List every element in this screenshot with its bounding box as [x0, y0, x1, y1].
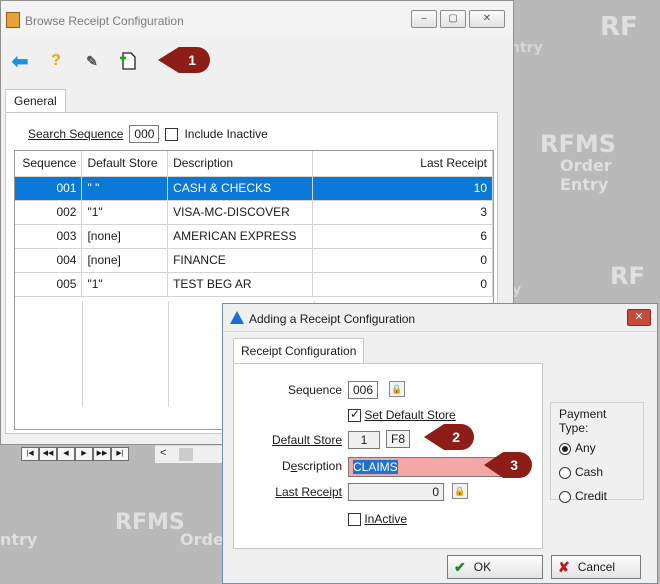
cell-description: CASH & CHECKS [167, 176, 314, 201]
dialog-title: Adding a Receipt Configuration [249, 312, 416, 326]
search-sequence-label: Search Sequence [28, 127, 124, 141]
inactive-label: InActive [364, 512, 408, 526]
dialog-titlebar: Adding a Receipt Configuration ✕ [223, 304, 657, 332]
next-record-button[interactable]: ▶ [75, 447, 93, 461]
last-record-button[interactable]: ▶| [111, 447, 129, 461]
x-cancel-icon: ✘ [558, 558, 570, 575]
cell-sequence: 002 [15, 200, 83, 225]
tools-icon[interactable]: ✎ [81, 50, 103, 72]
table-row[interactable]: 003 [none] AMERICAN EXPRESS 6 [15, 224, 493, 249]
inactive-row: InActive [348, 512, 408, 527]
help-question-icon[interactable]: ? [45, 50, 67, 72]
default-store-label: Default Store [271, 433, 342, 447]
set-default-store-checkbox[interactable] [348, 407, 361, 423]
cell-store: "1" [81, 200, 169, 225]
table-row[interactable]: 001 " " CASH & CHECKS 10 [15, 176, 493, 201]
cell-last-receipt: 6 [312, 224, 493, 249]
cell-sequence: 005 [15, 272, 83, 297]
cell-sequence: 001 [15, 176, 83, 201]
table-row[interactable]: 005 "1" TEST BEG AR 0 [15, 272, 493, 297]
cell-description: VISA-MC-DISCOVER [167, 200, 314, 225]
cell-description: FINANCE [167, 248, 314, 273]
first-record-button[interactable]: |◀ [21, 447, 39, 461]
rfms-watermark: RF [610, 262, 645, 290]
ok-button[interactable]: ✔ OK [447, 555, 543, 579]
cell-store: [none] [81, 248, 169, 273]
order-entry-watermark: Order Entry [560, 156, 612, 194]
rfms-watermark: RFMS [115, 510, 185, 535]
set-default-store-label: Set Default Store [364, 408, 456, 422]
col-sequence[interactable]: Sequence [15, 151, 83, 177]
scroll-thumb[interactable] [179, 448, 193, 461]
cell-last-receipt: 3 [312, 200, 493, 225]
receipt-config-panel: Sequence 006 🔒 Set Default Store Default… [233, 363, 543, 549]
record-navigator: |◀ ◀◀ ◀ ▶ ▶▶ ▶| [21, 447, 129, 461]
sequence-label: Sequence [287, 383, 342, 397]
default-store-field[interactable]: 1 [348, 431, 380, 449]
payment-credit-option[interactable]: Credit [559, 489, 635, 503]
last-receipt-lock-icon[interactable]: 🔒 [452, 483, 468, 499]
cell-description: AMERICAN EXPRESS [167, 224, 314, 249]
dialog-close-button[interactable]: ✕ [627, 309, 651, 326]
last-receipt-field[interactable]: 0 [348, 483, 444, 501]
minimize-button[interactable]: – [411, 10, 437, 28]
payment-any-option[interactable]: Any [559, 441, 635, 455]
sequence-lock-icon[interactable]: 🔒 [389, 381, 405, 397]
payment-type-group: Payment Type: Any Cash Credit [550, 402, 644, 503]
payment-cash-option[interactable]: Cash [559, 465, 635, 479]
browse-title: Browse Receipt Configuration [25, 14, 184, 28]
back-arrow-icon[interactable]: ⬅ [9, 50, 31, 73]
cell-sequence: 004 [15, 248, 83, 273]
col-default-store[interactable]: Default Store [81, 151, 169, 177]
app-triangle-icon [230, 311, 244, 324]
maximize-button[interactable]: ▢ [440, 10, 466, 28]
cancel-button[interactable]: ✘ Cancel [551, 555, 641, 579]
last-receipt-label: Last Receipt [275, 485, 342, 499]
cell-store: "1" [81, 272, 169, 297]
rfms-watermark: RFMS [540, 130, 617, 158]
table-row[interactable]: 002 "1" VISA-MC-DISCOVER 3 [15, 200, 493, 225]
tab-general[interactable]: General [5, 89, 66, 112]
cell-description: TEST BEG AR [167, 272, 314, 297]
page-forward-button[interactable]: ▶▶ [93, 447, 111, 461]
cell-last-receipt: 10 [312, 176, 493, 201]
entry-watermark: ntry [510, 40, 543, 56]
cell-store: " " [81, 176, 169, 201]
cell-last-receipt: 0 [312, 248, 493, 273]
payment-type-label: Payment Type: [559, 407, 607, 435]
rfms-watermark: RF [600, 12, 638, 42]
add-document-icon[interactable] [117, 50, 139, 72]
inactive-checkbox[interactable] [348, 513, 361, 527]
cell-last-receipt: 0 [312, 272, 493, 297]
radio-any[interactable] [559, 442, 571, 455]
browse-titlebar: Browse Receipt Configuration – ▢ ✕ [1, 1, 513, 37]
entry-watermark: ntry [0, 530, 38, 549]
scroll-left-icon[interactable]: < [160, 447, 166, 459]
tab-receipt-configuration[interactable]: Receipt Configuration [233, 338, 365, 363]
set-default-store-row: Set Default Store [348, 407, 456, 423]
table-row[interactable]: 004 [none] FINANCE 0 [15, 248, 493, 273]
include-inactive-label: Include Inactive [184, 127, 268, 141]
check-icon: ✔ [454, 558, 466, 575]
radio-credit[interactable] [559, 490, 571, 503]
app-icon [6, 12, 20, 28]
col-description[interactable]: Description [167, 151, 314, 177]
radio-cash[interactable] [559, 466, 571, 479]
include-inactive-checkbox[interactable] [165, 127, 179, 141]
cell-sequence: 003 [15, 224, 83, 249]
f8-lookup-button[interactable]: F8 [386, 430, 410, 448]
prev-record-button[interactable]: ◀ [57, 447, 75, 461]
order-watermark: Orde [180, 530, 224, 549]
description-label: Description [281, 459, 342, 473]
close-button[interactable]: ✕ [469, 10, 505, 28]
col-last-receipt[interactable]: Last Receipt [312, 151, 493, 177]
sequence-field[interactable]: 006 [348, 381, 378, 399]
cell-store: [none] [81, 224, 169, 249]
page-back-button[interactable]: ◀◀ [39, 447, 57, 461]
search-sequence-input[interactable]: 000 [129, 125, 160, 143]
